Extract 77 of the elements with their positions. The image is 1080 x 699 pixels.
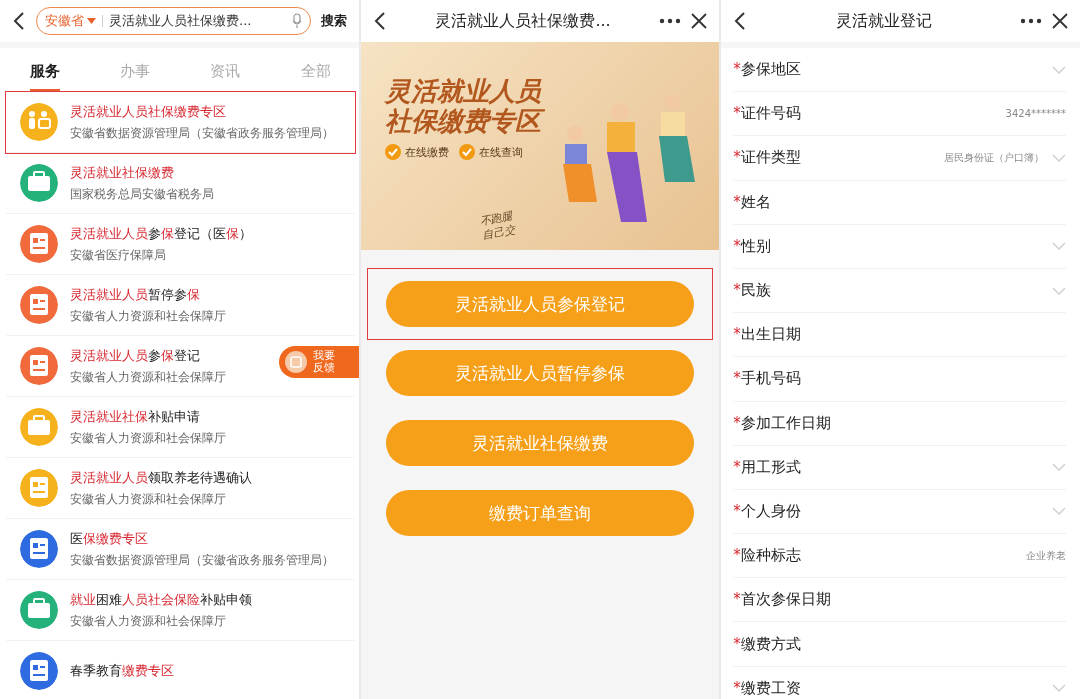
chevron-down-icon	[1052, 507, 1066, 516]
service-department: 安徽省人力资源和社会保障厅	[70, 429, 226, 447]
service-department: 国家税务总局安徽省税务局	[70, 185, 214, 203]
field-value[interactable]: 居民身份证（户口簿）	[944, 150, 1044, 165]
banner-slogan: 不跑腿 自己交	[478, 209, 516, 243]
field-label: *出生日期	[733, 325, 802, 345]
service-item[interactable]: 灵活就业人员领取养老待遇确认 安徽省人力资源和社会保障厅	[20, 468, 252, 508]
field-label: *证件号码	[733, 104, 802, 124]
service-department: 安徽省人力资源和社会保障厅	[70, 612, 227, 630]
chevron-down-icon	[1052, 286, 1066, 295]
field-label: *用工形式	[733, 457, 802, 477]
service-item[interactable]: 灵活就业社保缴费 国家税务总局安徽省税务局	[20, 163, 214, 203]
service-item[interactable]: 灵活就业人员社保缴费专区 安徽省数据资源管理局（安徽省政务服务管理局）	[20, 102, 334, 142]
service-department: 安徽省医疗保障局	[70, 246, 167, 264]
chevron-down-icon	[1052, 684, 1066, 693]
service-item[interactable]: 医保缴费专区 安徽省数据资源管理局（安徽省政务服务管理局）	[20, 529, 334, 569]
service-title: 灵活就业人员暂停参保	[70, 285, 201, 304]
field-label: *手机号码	[733, 369, 802, 389]
check-icon	[384, 144, 401, 160]
banner-feature: 在线查询	[478, 144, 523, 160]
service-department: 安徽省人力资源和社会保障厅	[70, 490, 227, 508]
close-icon[interactable]	[1052, 13, 1068, 29]
chevron-down-icon	[1052, 153, 1066, 162]
search-query: 灵活就业人员社保缴费...	[109, 12, 253, 30]
chevron-down-icon	[1052, 65, 1066, 74]
service-title: 灵活就业人员领取养老待遇确认	[70, 468, 252, 487]
service-item[interactable]: 就业困难人员社会保险补贴申领 安徽省人力资源和社会保障厅	[20, 590, 252, 630]
back-icon[interactable]	[12, 11, 26, 31]
back-icon[interactable]	[733, 11, 748, 31]
page-title: 灵活就业人员社保缴费...	[434, 10, 612, 32]
service-title: 灵活就业人员参保登记	[70, 346, 201, 365]
back-icon[interactable]	[372, 11, 387, 31]
more-icon[interactable]	[1020, 18, 1042, 24]
field-label: *参保地区	[733, 60, 802, 80]
service-title: 灵活就业社保缴费	[70, 163, 175, 182]
service-item[interactable]: 灵活就业人员参保登记（医保） 安徽省医疗保障局	[20, 224, 252, 264]
field-label: *姓名	[733, 192, 772, 212]
more-icon[interactable]	[659, 18, 682, 24]
field-label: *缴费工资	[733, 678, 802, 698]
search-button[interactable]: 搜索	[320, 12, 347, 30]
service-title: 灵活就业人员参保登记（医保）	[70, 224, 252, 243]
region-dropdown[interactable]: 安徽省	[45, 12, 96, 30]
service-title: 就业困难人员社会保险补贴申领	[70, 590, 252, 609]
field-label: *个人身份	[733, 501, 802, 521]
field-label: *证件类型	[733, 148, 802, 168]
service-title: 医保缴费专区	[70, 529, 149, 548]
microphone-icon[interactable]	[291, 13, 302, 29]
service-department: 安徽省数据资源管理局（安徽省政务服务管理局）	[70, 551, 334, 569]
service-title: 灵活就业人员社保缴费专区	[70, 102, 227, 121]
service-item[interactable]: 灵活就业人员暂停参保 安徽省人力资源和社会保障厅	[20, 285, 226, 325]
caret-down-icon	[87, 18, 96, 24]
field-label: *缴费方式	[733, 634, 802, 654]
service-department: 安徽省人力资源和社会保障厅	[70, 307, 226, 325]
field-label: *参加工作日期	[733, 413, 832, 433]
search-field[interactable]: 安徽省 灵活就业人员社保缴费...	[36, 7, 311, 35]
banner-feature: 在线缴费	[404, 144, 449, 160]
chevron-down-icon	[1052, 242, 1066, 251]
field-value[interactable]: 企业养老	[1026, 548, 1066, 563]
field-label: *民族	[733, 281, 772, 301]
field-label: *性别	[733, 236, 772, 256]
edit-icon	[284, 351, 307, 373]
service-item[interactable]: 春季教育缴费专区	[20, 652, 174, 690]
check-icon	[458, 144, 475, 160]
service-title: 灵活就业社保补贴申请	[70, 407, 201, 426]
service-item[interactable]: 灵活就业人员参保登记 安徽省人力资源和社会保障厅	[20, 346, 226, 386]
service-title: 春季教育缴费专区	[70, 662, 174, 680]
service-department: 安徽省人力资源和社会保障厅	[70, 368, 226, 386]
field-label: *首次参保日期	[733, 590, 832, 610]
banner-title: 灵活就业人员 社保缴费专区	[384, 76, 720, 136]
chevron-down-icon	[1052, 463, 1066, 472]
page-title: 灵活就业登记	[834, 10, 933, 32]
field-value[interactable]: 3424*******	[1005, 108, 1066, 120]
service-department: 安徽省数据资源管理局（安徽省政务服务管理局）	[70, 124, 334, 142]
service-item[interactable]: 灵活就业社保补贴申请 安徽省人力资源和社会保障厅	[20, 407, 226, 447]
close-icon[interactable]	[691, 13, 708, 29]
tab[interactable]: 服务	[30, 62, 60, 92]
field-label: *险种标志	[733, 546, 802, 566]
